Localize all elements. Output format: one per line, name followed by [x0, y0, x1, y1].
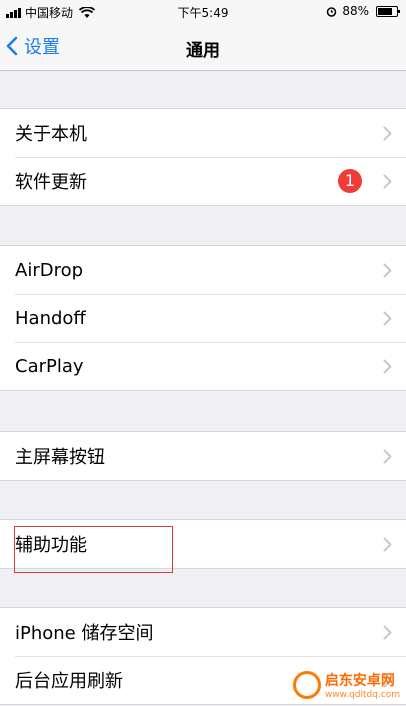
settings-row[interactable]: 主屏幕按钮 — [0, 432, 406, 480]
alarm-icon — [327, 6, 337, 17]
settings-group: AirDrop Handoff CarPlay — [0, 245, 406, 391]
settings-row-label: 关于本机 — [15, 124, 87, 145]
settings-group: 主屏幕按钮 — [0, 431, 406, 481]
settings-row-label: 后台应用刷新 — [15, 671, 123, 692]
settings-row[interactable]: Handoff — [0, 294, 406, 342]
watermark-logo-icon — [292, 671, 321, 699]
chevron-right-icon — [383, 126, 392, 141]
settings-row[interactable]: 软件更新 1 — [0, 157, 406, 205]
settings-row[interactable]: 关于本机 — [0, 109, 406, 157]
settings-row-label: iPhone 储存空间 — [15, 623, 154, 644]
settings-row[interactable]: AirDrop — [0, 246, 406, 294]
chevron-right-icon — [383, 174, 392, 189]
settings-group: 关于本机软件更新 1 — [0, 108, 406, 206]
battery-fill — [378, 7, 392, 15]
settings-row-label: 主屏幕按钮 — [15, 447, 105, 468]
chevron-right-icon — [383, 537, 392, 552]
chevron-right-icon — [383, 625, 392, 640]
settings-row-label: CarPlay — [15, 355, 84, 377]
settings-row-label: Handoff — [15, 307, 86, 329]
watermark-url: www.qdltdq.com — [324, 690, 400, 700]
chevron-right-icon — [383, 311, 392, 326]
battery-icon — [376, 5, 400, 17]
chevron-right-icon — [383, 359, 392, 374]
settings-row-label: AirDrop — [15, 259, 84, 281]
status-bar: 中国移动 下午5:49 88% — [0, 0, 406, 22]
settings-row-label: 软件更新 — [15, 172, 87, 193]
status-right: 88% — [326, 4, 400, 18]
settings-row[interactable]: iPhone 储存空间 — [0, 608, 406, 656]
chevron-right-icon — [383, 263, 392, 278]
watermark-title: 启东安卓网 — [324, 673, 395, 689]
chevron-right-icon — [383, 449, 392, 464]
navigation-bar: 设置 通用 — [0, 22, 406, 71]
update-badge: 1 — [338, 169, 362, 193]
battery-percent: 88% — [342, 4, 369, 18]
watermark: 启东安卓网 www.qdltdq.com — [292, 670, 400, 700]
settings-row[interactable]: CarPlay — [0, 342, 406, 390]
highlight-box — [14, 526, 173, 573]
page-title: 通用 — [186, 41, 220, 61]
